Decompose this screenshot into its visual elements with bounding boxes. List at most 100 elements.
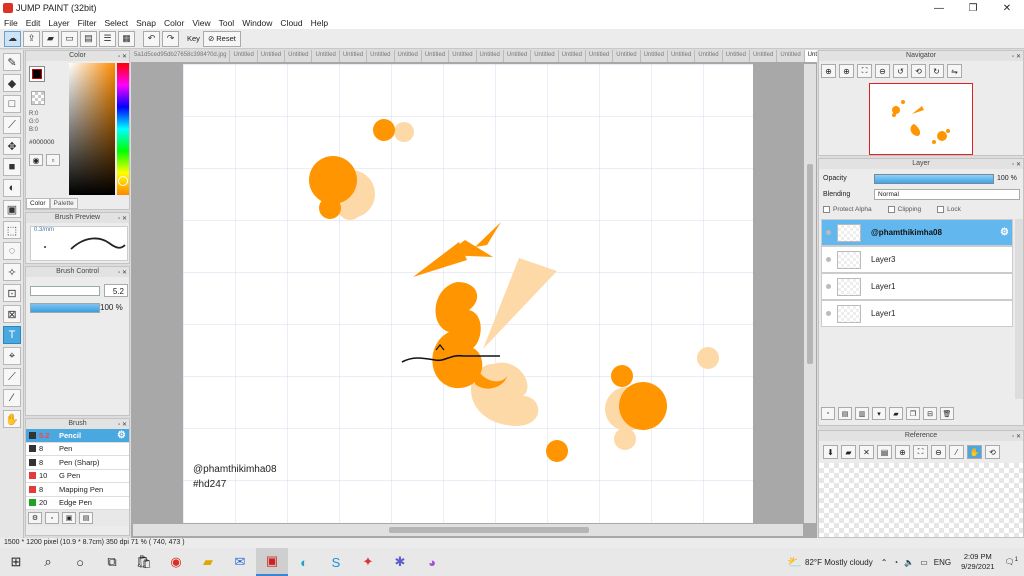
lock-checkbox[interactable]: Lock bbox=[937, 206, 961, 213]
document-tab[interactable]: Untitled bbox=[750, 50, 778, 62]
teams-icon[interactable]: ✱ bbox=[384, 548, 416, 576]
horizontal-scrollbar[interactable] bbox=[133, 524, 803, 536]
new-folder-icon[interactable]: ▰ bbox=[889, 407, 903, 420]
menu-layer[interactable]: Layer bbox=[48, 18, 69, 28]
document-tab[interactable]: Untitled bbox=[641, 50, 668, 62]
menu-snap[interactable]: Snap bbox=[136, 18, 156, 28]
hue-marker[interactable] bbox=[118, 176, 128, 186]
swatch-add-icon[interactable]: ▫ bbox=[46, 154, 60, 166]
store-icon[interactable]: 🛍 bbox=[128, 548, 160, 576]
ref-rotate-icon[interactable]: ⟲ bbox=[985, 445, 1000, 459]
brush-copy-icon[interactable]: ▣ bbox=[62, 512, 76, 524]
document-tab[interactable]: Untitled bbox=[422, 50, 450, 62]
layer-dropdown-icon[interactable]: ▾ bbox=[872, 407, 886, 420]
monitor-icon[interactable]: ▭ bbox=[61, 30, 78, 47]
layer-gear-icon[interactable]: ⚙ bbox=[1000, 227, 1009, 238]
document-tab[interactable]: Untitled bbox=[586, 50, 614, 62]
brush-list-item[interactable]: 10 G Pen bbox=[26, 469, 129, 483]
document-tab[interactable]: Untitled bbox=[258, 50, 286, 62]
cloud-icon[interactable]: ☁ bbox=[4, 30, 21, 47]
brush-delete-icon[interactable]: ▤ bbox=[79, 512, 93, 524]
document-tab[interactable]: Untitled bbox=[559, 50, 586, 62]
copy-layer-icon[interactable]: ❐ bbox=[906, 407, 920, 420]
divider-tool-icon[interactable]: ⟋ bbox=[3, 368, 21, 386]
brush-list-item[interactable]: 5.2 Pencil ⚙ bbox=[26, 429, 129, 443]
clock[interactable]: 2:09 PM 9/29/2021 bbox=[961, 552, 994, 572]
document-tab[interactable]: Untitled bbox=[668, 50, 696, 62]
chrome-icon[interactable]: ◉ bbox=[160, 548, 192, 576]
new-layer-icon[interactable]: ▫ bbox=[821, 407, 835, 420]
document-tab[interactable]: Untitled bbox=[395, 50, 422, 62]
volume-icon[interactable]: 🔈 bbox=[904, 558, 914, 567]
operation-tool-icon[interactable]: ⌖ bbox=[3, 347, 21, 365]
move-tool-icon[interactable]: ✥ bbox=[3, 137, 21, 155]
messenger-icon[interactable]: ◕ bbox=[416, 548, 448, 576]
ref-load-icon[interactable]: ⬇ bbox=[823, 445, 838, 459]
layer-row[interactable]: Layer1 bbox=[821, 273, 1013, 300]
rotate-right-icon[interactable]: ↻ bbox=[929, 64, 944, 78]
ref-zoom-in-icon[interactable]: ⊕ bbox=[895, 445, 910, 459]
fit-window-icon[interactable]: ⛶ bbox=[857, 64, 872, 78]
speech-icon[interactable]: ▰ bbox=[42, 30, 59, 47]
undo-icon[interactable]: ↶ bbox=[143, 30, 160, 47]
delete-layer-icon[interactable]: 🗑 bbox=[940, 407, 954, 420]
document-tab[interactable]: Untitled bbox=[723, 50, 750, 62]
ref-eyedropper-icon[interactable]: ⁄ bbox=[949, 445, 964, 459]
layer-opacity-slider[interactable] bbox=[874, 174, 994, 184]
app-pin-icon[interactable]: ✦ bbox=[352, 548, 384, 576]
merge-layer-icon[interactable]: ⊟ bbox=[923, 407, 937, 420]
reference-area[interactable] bbox=[819, 463, 1023, 537]
export-icon[interactable]: ⇪ bbox=[23, 30, 40, 47]
brush-settings-icon[interactable]: ⚙ bbox=[28, 512, 42, 524]
vertical-scrollbar[interactable] bbox=[804, 64, 816, 523]
foreground-color-swatch[interactable] bbox=[29, 66, 45, 82]
brush-opacity-slider[interactable] bbox=[30, 303, 100, 313]
protect-alpha-checkbox[interactable]: Protect Alpha bbox=[823, 206, 872, 213]
menu-window[interactable]: Window bbox=[242, 18, 272, 28]
document-tab[interactable]: Untitled bbox=[777, 50, 805, 62]
document-tab[interactable]: Untitled bbox=[504, 50, 532, 62]
grid-icon[interactable]: ▦ bbox=[118, 30, 135, 47]
new-layer-8bit-icon[interactable]: ▥ bbox=[855, 407, 869, 420]
tab-color[interactable]: Color bbox=[26, 198, 50, 209]
zoom-out-icon[interactable]: ⊖ bbox=[875, 64, 890, 78]
brush-list-item[interactable]: 8 Pen bbox=[26, 442, 129, 456]
document-tab[interactable]: Untitled bbox=[613, 50, 641, 62]
rotate-reset-icon[interactable]: ⟲ bbox=[911, 64, 926, 78]
cortana-icon[interactable]: ○ bbox=[64, 548, 96, 576]
windows-start-icon[interactable]: ⊞ bbox=[0, 548, 32, 576]
saturation-value-picker[interactable] bbox=[69, 63, 115, 195]
brush-list-item[interactable]: 20 Edge Pen bbox=[26, 496, 129, 510]
redo-icon[interactable]: ↷ bbox=[162, 30, 179, 47]
document-tab[interactable]: Untitled bbox=[531, 50, 559, 62]
fill-rect-tool-icon[interactable]: ■ bbox=[3, 158, 21, 176]
edge-icon[interactable]: ◐ bbox=[288, 548, 320, 576]
close-button[interactable]: ✕ bbox=[990, 0, 1024, 16]
visibility-icon[interactable] bbox=[826, 230, 831, 235]
document-tab[interactable]: Untitled bbox=[695, 50, 723, 62]
language-indicator[interactable]: ENG bbox=[934, 558, 951, 567]
search-icon[interactable]: ⌕ bbox=[32, 548, 64, 576]
menu-tool[interactable]: Tool bbox=[219, 18, 235, 28]
flip-icon[interactable]: ⇋ bbox=[947, 64, 962, 78]
select-rect-tool-icon[interactable]: ⬚ bbox=[3, 221, 21, 239]
minimize-button[interactable]: — bbox=[922, 0, 956, 16]
text-tool-icon[interactable]: T bbox=[3, 326, 21, 344]
layer-scrollbar[interactable] bbox=[1015, 219, 1023, 399]
jump-paint-task-icon[interactable]: ▣ bbox=[256, 548, 288, 576]
line-tool-icon[interactable]: ⟋ bbox=[3, 116, 21, 134]
menu-edit[interactable]: Edit bbox=[26, 18, 41, 28]
tab-palette[interactable]: Palette bbox=[49, 198, 78, 209]
ref-fit-icon[interactable]: ⛶ bbox=[913, 445, 928, 459]
zoom-in-icon[interactable]: ⊕ bbox=[821, 64, 836, 78]
layer-row[interactable]: Layer1 bbox=[821, 300, 1013, 327]
brush-size-value[interactable]: 5.2 bbox=[113, 287, 124, 296]
weather-text[interactable]: 82°F Mostly cloudy bbox=[805, 558, 873, 567]
visibility-icon[interactable] bbox=[826, 257, 831, 262]
network-icon[interactable]: ◔ bbox=[893, 558, 898, 567]
battery-icon[interactable]: ▭ bbox=[920, 558, 928, 567]
document-tab[interactable]: Untitled bbox=[449, 50, 477, 62]
list-icon[interactable]: ☰ bbox=[99, 30, 116, 47]
background-color-swatch[interactable] bbox=[31, 91, 45, 105]
brush-new-icon[interactable]: ▫ bbox=[45, 512, 59, 524]
